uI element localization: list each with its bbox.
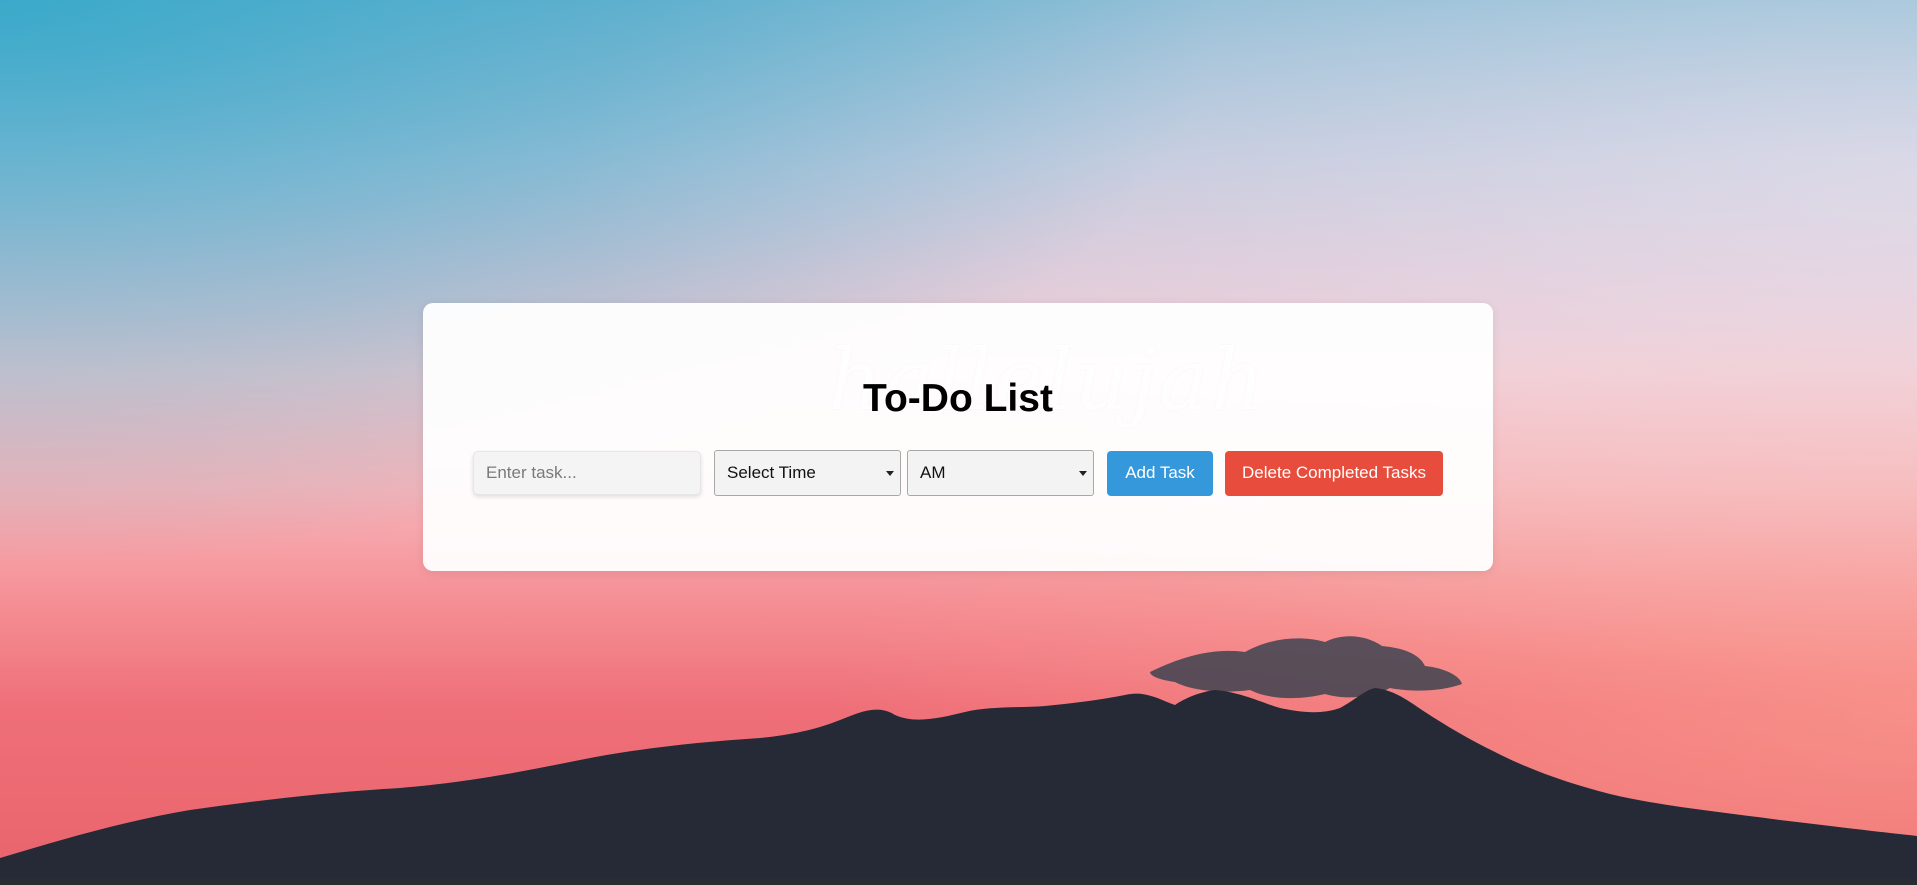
add-task-button[interactable]: Add Task xyxy=(1107,450,1213,496)
chevron-down-icon xyxy=(886,471,894,476)
chevron-down-icon xyxy=(1079,471,1087,476)
bottom-edge xyxy=(0,879,1917,885)
page-title: To-Do List xyxy=(863,377,1053,420)
ampm-select[interactable]: AM xyxy=(907,450,1094,496)
delete-completed-button[interactable]: Delete Completed Tasks xyxy=(1225,450,1443,496)
ampm-select-value: AM xyxy=(920,463,946,482)
task-input[interactable] xyxy=(473,451,701,495)
task-controls: Select Time AM Add Task Delete Completed… xyxy=(473,450,1443,496)
time-select[interactable]: Select Time xyxy=(714,450,901,496)
todo-card: hallelujah To-Do List Select Time AM Add… xyxy=(423,303,1493,571)
time-select-value: Select Time xyxy=(727,463,816,482)
